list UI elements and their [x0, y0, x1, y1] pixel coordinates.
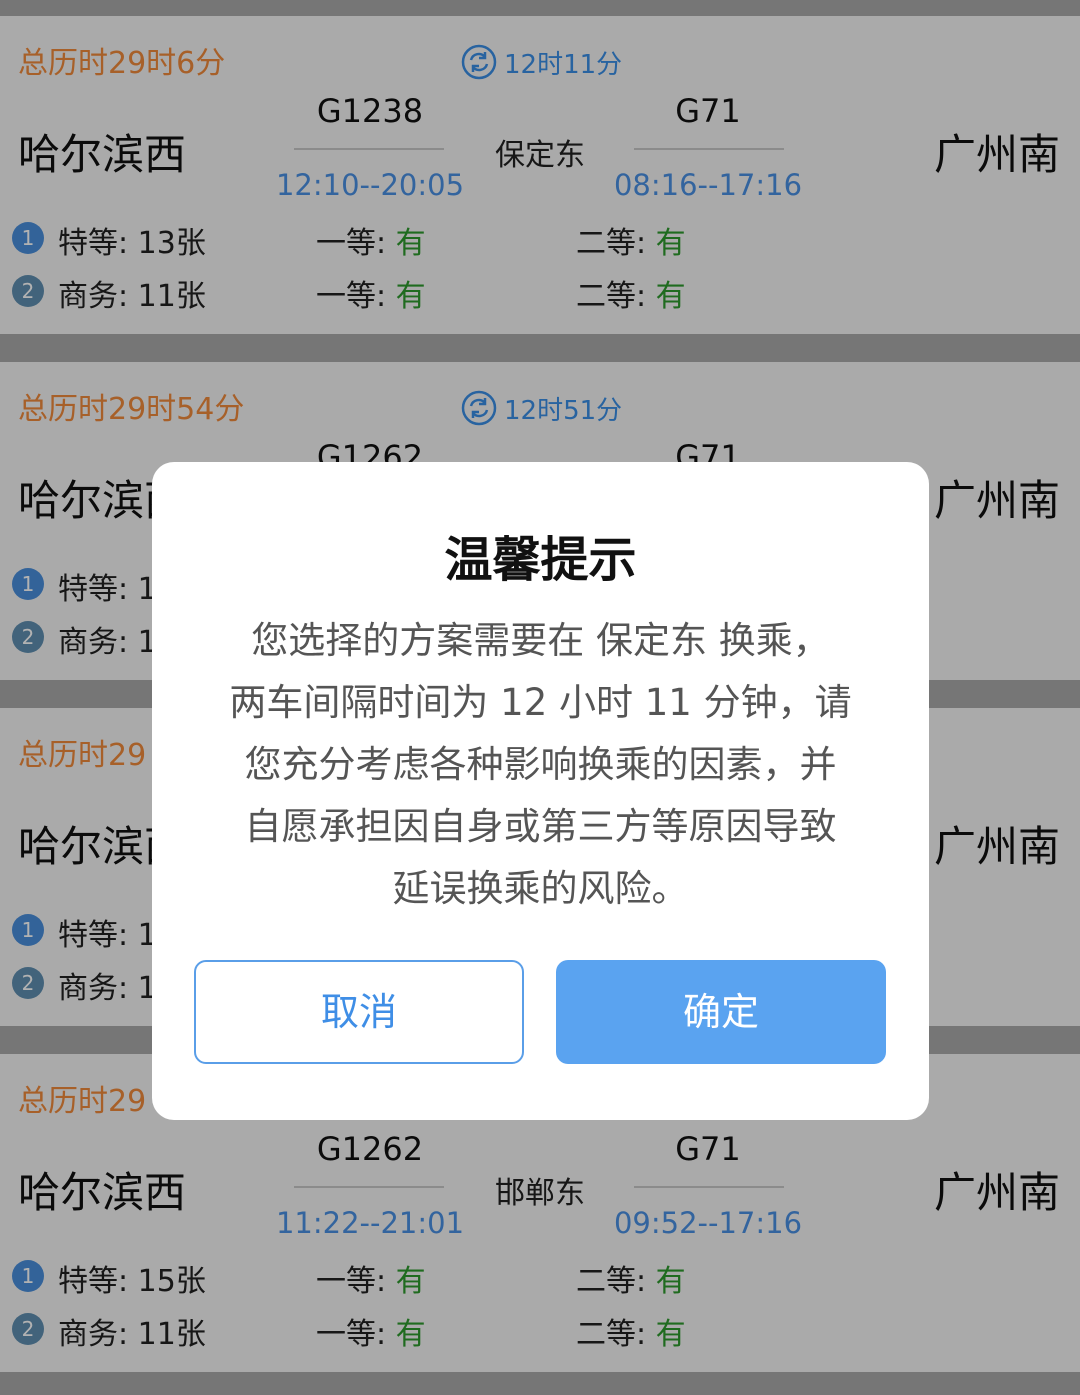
transfer-warning-dialog: 温馨提示 您选择的方案需要在 保定东 换乘， 两车间隔时间为 12 小时 11 … — [152, 462, 929, 1120]
message-line: 您充分考虑各种影响换乘的因素，并 — [244, 743, 837, 786]
confirm-button[interactable]: 确定 — [556, 960, 886, 1064]
dialog-message: 您选择的方案需要在 保定东 换乘， 两车间隔时间为 12 小时 11 分钟，请 … — [204, 610, 877, 920]
message-line: 延误换乘的风险。 — [392, 867, 689, 910]
message-line: 您选择的方案需要在 保定东 换乘， — [251, 619, 830, 662]
message-line: 自愿承担因自身或第三方等原因导致 — [244, 805, 837, 848]
cancel-button[interactable]: 取消 — [194, 960, 524, 1064]
dialog-title: 温馨提示 — [444, 532, 637, 588]
message-line: 两车间隔时间为 12 小时 11 分钟，请 — [229, 681, 852, 724]
